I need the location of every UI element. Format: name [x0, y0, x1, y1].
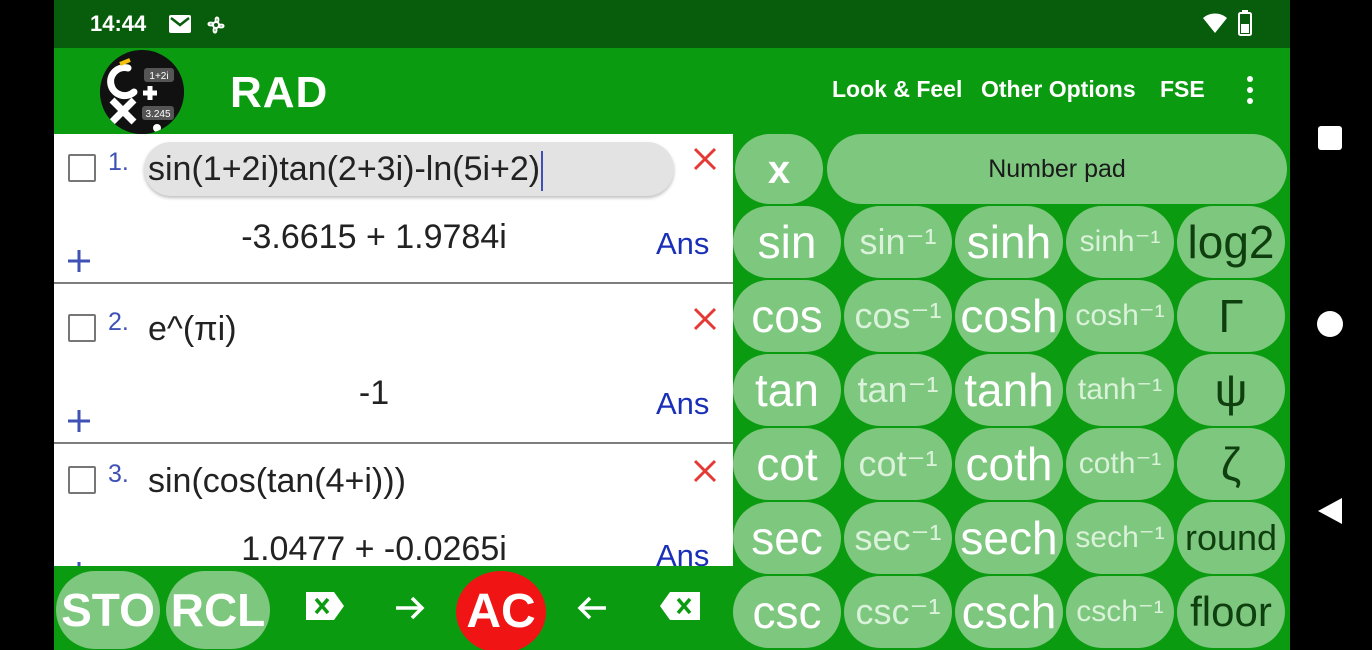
key-x[interactable]: x — [735, 134, 823, 204]
key-acosh[interactable]: cosh⁻¹ — [1066, 280, 1174, 352]
key-coth[interactable]: coth — [955, 428, 1063, 500]
key-sec[interactable]: sec — [733, 502, 841, 574]
key-acsc[interactable]: csc⁻¹ — [844, 576, 952, 648]
expression-text: e^(πi) — [148, 310, 237, 348]
add-entry-icon[interactable] — [66, 408, 92, 434]
expression-text: sin(1+2i)tan(2+3i)-ln(5i+2) — [148, 150, 541, 188]
key-sech[interactable]: sech — [955, 502, 1063, 574]
key-asec[interactable]: sec⁻¹ — [844, 502, 952, 574]
cursor-left-icon[interactable] — [576, 594, 608, 622]
key-cosh[interactable]: cosh — [955, 280, 1063, 352]
key-sin[interactable]: sin — [733, 206, 841, 278]
cursor-right-icon[interactable] — [394, 594, 426, 622]
entry-result[interactable]: -1 — [54, 374, 694, 413]
back-icon[interactable] — [1316, 496, 1344, 526]
history-entry-3: 3. sin(cos(tan(4+i))) 1.0477 + -0.0265i … — [54, 446, 733, 566]
rcl-button[interactable]: RCL — [166, 571, 270, 649]
app-logo-icon: 1+2i 3.245 — [100, 50, 184, 134]
entry-checkbox[interactable] — [68, 314, 96, 342]
delete-forward-icon[interactable] — [304, 590, 346, 622]
key-log2[interactable]: log2 — [1177, 206, 1285, 278]
key-tanh[interactable]: tanh — [955, 354, 1063, 426]
text-caret — [541, 151, 544, 192]
entry-number: 1. — [108, 148, 129, 176]
expression-input[interactable]: e^(πi) — [144, 302, 237, 356]
wifi-icon — [1203, 13, 1227, 33]
home-icon[interactable] — [1316, 310, 1344, 338]
backspace-icon[interactable] — [658, 590, 702, 622]
battery-icon — [1238, 10, 1252, 36]
app-bar: 1+2i 3.245 RAD Look & Feel Other Options… — [54, 48, 1290, 134]
key-round[interactable]: round — [1177, 502, 1285, 574]
key-sinh[interactable]: sinh — [955, 206, 1063, 278]
ans-button[interactable]: Ans — [656, 226, 709, 262]
history-list[interactable]: 1. sin(1+2i)tan(2+3i)-ln(5i+2) -3.6615 +… — [54, 134, 733, 566]
key-zeta[interactable]: ζ — [1177, 428, 1285, 500]
key-asin[interactable]: sin⁻¹ — [844, 206, 952, 278]
menu-other-options[interactable]: Other Options — [981, 76, 1136, 103]
entry-checkbox[interactable] — [68, 466, 96, 494]
calculator-app: 14:44 1+2i 3.245 RAD Look & Feel Other O… — [54, 0, 1290, 650]
entry-number: 3. — [108, 460, 129, 488]
key-acoth[interactable]: coth⁻¹ — [1066, 428, 1174, 500]
recents-icon[interactable] — [1316, 124, 1344, 152]
logo-top-label: 1+2i — [149, 71, 168, 82]
key-acsch[interactable]: csch⁻¹ — [1066, 576, 1174, 648]
key-csc[interactable]: csc — [733, 576, 841, 648]
entry-result[interactable]: -3.6615 + 1.9784i — [54, 218, 694, 257]
expression-input[interactable]: sin(cos(tan(4+i))) — [144, 454, 406, 508]
key-cot[interactable]: cot — [733, 428, 841, 500]
status-bar: 14:44 — [54, 0, 1290, 48]
add-entry-icon[interactable] — [66, 248, 92, 274]
menu-look-and-feel[interactable]: Look & Feel — [832, 76, 962, 103]
bottom-toolbar: STO RCL AC — [54, 566, 733, 650]
key-floor[interactable]: floor — [1177, 576, 1285, 648]
navigation-bar — [1290, 0, 1372, 650]
key-csch[interactable]: csch — [955, 576, 1063, 648]
key-atan[interactable]: tan⁻¹ — [844, 354, 952, 426]
ans-button[interactable]: Ans — [656, 538, 709, 566]
key-asinh[interactable]: sinh⁻¹ — [1066, 206, 1174, 278]
delete-entry-icon[interactable] — [690, 144, 720, 174]
key-gamma[interactable]: Γ — [1177, 280, 1285, 352]
status-time: 14:44 — [90, 11, 147, 36]
menu-fse[interactable]: FSE — [1160, 76, 1205, 103]
logo-bottom-label: 3.245 — [145, 109, 170, 120]
fan-icon — [207, 16, 225, 34]
key-acot[interactable]: cot⁻¹ — [844, 428, 952, 500]
number-pad-button[interactable]: Number pad — [827, 134, 1287, 204]
key-acos[interactable]: cos⁻¹ — [844, 280, 952, 352]
angle-mode-title[interactable]: RAD — [230, 68, 328, 118]
ans-button[interactable]: Ans — [656, 386, 709, 422]
sto-button[interactable]: STO — [56, 571, 160, 649]
expression-input[interactable]: sin(1+2i)tan(2+3i)-ln(5i+2) — [144, 142, 674, 196]
key-asech[interactable]: sech⁻¹ — [1066, 502, 1174, 574]
history-entry-1: 1. sin(1+2i)tan(2+3i)-ln(5i+2) -3.6615 +… — [54, 134, 733, 284]
expression-text: sin(cos(tan(4+i))) — [148, 462, 406, 500]
delete-entry-icon[interactable] — [690, 456, 720, 486]
history-entry-2: 2. e^(πi) -1 Ans — [54, 294, 733, 444]
overflow-menu-icon[interactable] — [1242, 76, 1258, 106]
key-cos[interactable]: cos — [733, 280, 841, 352]
entry-result[interactable]: 1.0477 + -0.0265i — [54, 530, 694, 566]
key-atanh[interactable]: tanh⁻¹ — [1066, 354, 1174, 426]
function-keypad: x Number pad sin sin⁻¹ sinh sinh⁻¹ log2 … — [733, 134, 1290, 650]
all-clear-button[interactable]: AC — [456, 571, 546, 650]
key-tan[interactable]: tan — [733, 354, 841, 426]
key-psi[interactable]: ψ — [1177, 354, 1285, 426]
app-logo: 1+2i 3.245 — [100, 50, 184, 134]
gmail-icon — [169, 15, 191, 33]
delete-entry-icon[interactable] — [690, 304, 720, 334]
entry-checkbox[interactable] — [68, 154, 96, 182]
entry-number: 2. — [108, 308, 129, 336]
